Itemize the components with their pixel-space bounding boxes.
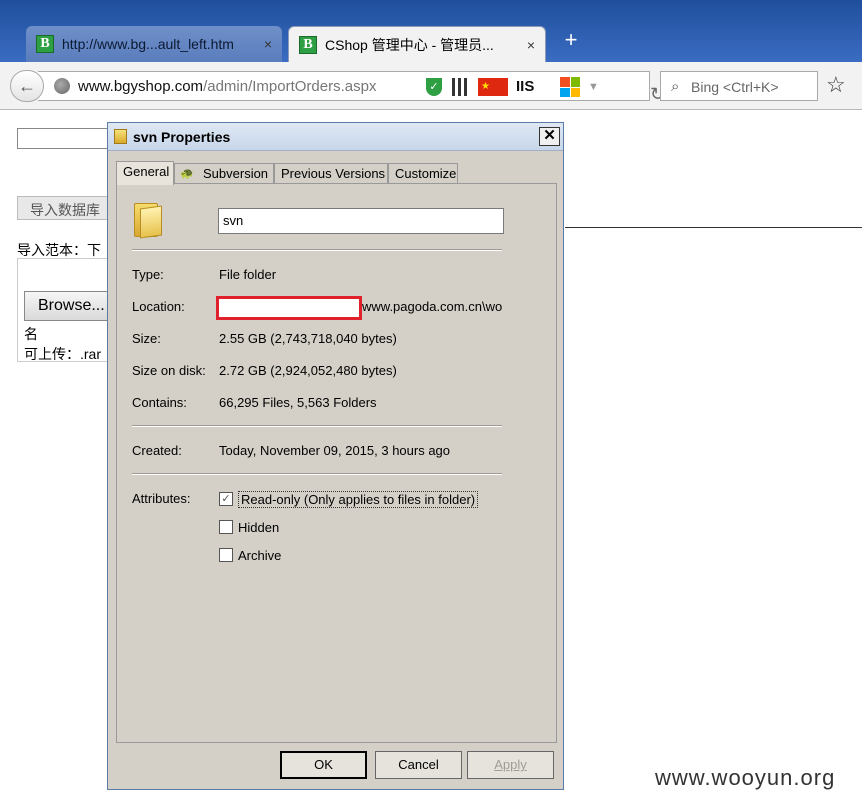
page-text-input[interactable] [17,128,109,149]
import-sample-label: 导入范本：下 [17,242,101,258]
address-bar[interactable]: www.bgyshop.com/admin/ImportOrders.aspx … [38,71,665,104]
separator [132,425,502,427]
iis-icon[interactable]: IIS [516,78,534,96]
site-favicon-icon: B [299,35,317,54]
tab-general[interactable]: General [116,161,174,185]
page-divider [565,227,862,228]
size-label: Size: [132,331,161,346]
separator [132,249,502,251]
name-label: 名 [24,326,38,342]
folder-icon [134,203,162,239]
site-favicon-icon: B [36,35,54,53]
redaction-box [216,296,362,320]
tab-customize[interactable]: Customize [388,163,458,184]
china-flag-icon[interactable]: ★ [478,78,508,96]
separator [132,473,502,475]
watermark: www.wooyun.org [655,765,836,790]
qr-code-icon[interactable] [452,78,470,96]
close-icon[interactable]: ✕ [539,127,560,146]
ok-button[interactable]: OK [280,751,367,779]
allowed-types-label: 可上传：.rar [24,346,101,360]
attributes-label: Attributes: [132,491,191,506]
size-value: 2.55 GB (2,743,718,040 bytes) [219,331,397,346]
tab-subversion-label: Subversion [203,166,269,181]
contains-value: 66,295 Files, 5,563 Folders [219,395,377,410]
back-arrow-icon[interactable]: ← [10,70,44,102]
url-host: www.bgyshop.com [78,78,204,95]
tab-title: CShop 管理中心 - 管理员... [325,36,494,53]
general-tab-panel [116,183,557,743]
readonly-label[interactable]: Read-only (Only applies to files in fold… [238,491,479,508]
contains-label: Contains: [132,395,187,410]
shield-icon[interactable]: ✓ [426,78,442,96]
dialog-titlebar[interactable]: svn Properties ✕ [108,123,563,151]
properties-dialog: svn Properties ✕ General 🐢 Subversion Pr… [107,122,564,790]
search-input[interactable]: ⌕ Bing <Ctrl+K> [660,71,818,101]
size-on-disk-value: 2.72 GB (2,924,052,480 bytes) [219,363,397,378]
browse-button[interactable]: Browse... [24,291,114,321]
url-path: /admin/ImportOrders.aspx [203,78,377,95]
folder-name-field[interactable]: svn [218,208,504,234]
type-value: File folder [219,267,277,282]
size-on-disk-label: Size on disk: [132,363,206,378]
navigation-bar: www.bgyshop.com/admin/ImportOrders.aspx … [0,62,862,110]
archive-label[interactable]: Archive [238,548,281,563]
readonly-checkbox[interactable]: ✓ [219,492,233,506]
created-value: Today, November 09, 2015, 3 hours ago [219,443,451,458]
cancel-button[interactable]: Cancel [375,751,462,779]
import-database-button[interactable]: 导入数据库 [17,196,109,220]
tab-subversion[interactable]: 🐢 Subversion [174,163,274,184]
location-label: Location: [132,299,185,314]
location-value: www.pagoda.com.cn\wo [362,299,503,314]
globe-icon [54,78,70,94]
tab-cshop-admin[interactable]: B CShop 管理中心 - 管理员... × [288,26,546,62]
url-text: www.bgyshop.com/admin/ImportOrders.aspx [78,78,376,95]
windows-logo-icon[interactable] [560,77,580,97]
screen: { "browser": { "tabs": [ {"favicon": "B"… [0,0,862,809]
tab-previous-versions[interactable]: Previous Versions [274,163,388,184]
hidden-label[interactable]: Hidden [238,520,279,535]
dialog-title: svn Properties [133,129,231,145]
tab-title: http://www.bg...ault_left.htm [62,36,234,52]
dropdown-arrow-icon[interactable]: ▼ [588,78,599,96]
browser-titlebar: B http://www.bg...ault_left.htm × B CSho… [0,0,862,62]
search-placeholder: Bing <Ctrl+K> [691,79,779,95]
bookmark-star-icon[interactable]: ☆ [826,72,846,98]
tab-close-icon[interactable]: × [519,37,535,53]
archive-checkbox[interactable] [219,548,233,562]
apply-button[interactable]: Apply [467,751,554,779]
tab-close-icon[interactable]: × [256,36,272,52]
turtle-icon: 🐢 [180,168,194,180]
hidden-checkbox[interactable] [219,520,233,534]
type-label: Type: [132,267,164,282]
new-tab-button[interactable]: + [560,29,582,52]
folder-icon [114,129,127,144]
search-icon: ⌕ [671,78,680,95]
tab-default-left[interactable]: B http://www.bg...ault_left.htm × [26,26,282,62]
created-label: Created: [132,443,182,458]
